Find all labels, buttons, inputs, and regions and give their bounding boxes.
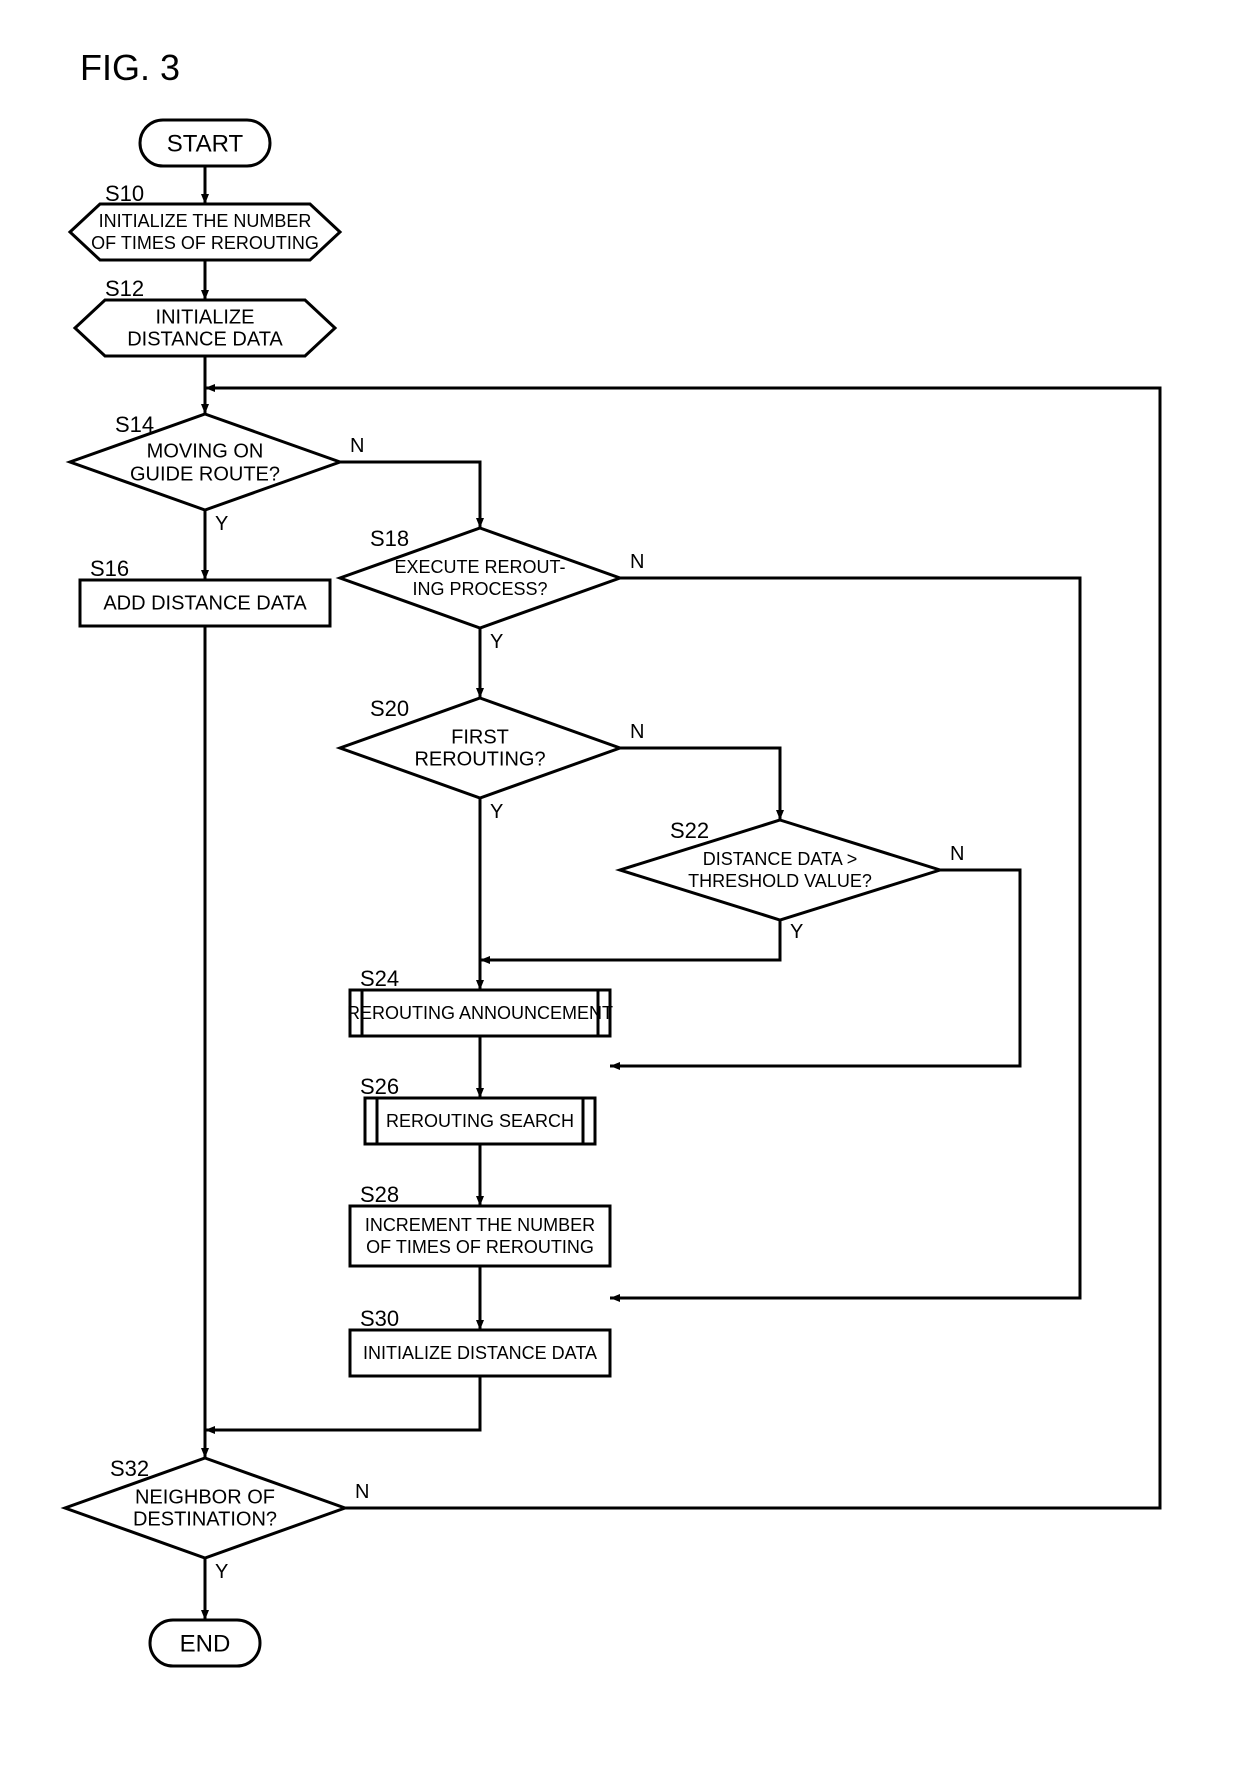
edge-s14-s18 <box>340 462 480 528</box>
svg-text:END: END <box>180 1630 231 1657</box>
svg-text:S24: S24 <box>360 966 399 991</box>
edge-label-s32-y: Y <box>215 1561 228 1583</box>
svg-text:NEIGHBOR OF: NEIGHBOR OF <box>135 1486 275 1508</box>
edge-label-s20-y: Y <box>490 801 503 823</box>
node-end: END <box>150 1620 260 1666</box>
svg-text:REROUTING SEARCH: REROUTING SEARCH <box>386 1111 574 1131</box>
svg-text:OF TIMES OF REROUTING: OF TIMES OF REROUTING <box>91 233 319 253</box>
edge-label-s20-n: N <box>630 721 644 743</box>
svg-text:S28: S28 <box>360 1182 399 1207</box>
node-s26: S26 REROUTING SEARCH <box>360 1074 595 1144</box>
svg-text:MOVING ON: MOVING ON <box>147 440 264 462</box>
svg-text:DISTANCE DATA >: DISTANCE DATA > <box>703 849 858 869</box>
svg-text:EXECUTE REROUT-: EXECUTE REROUT- <box>394 557 565 577</box>
svg-text:S20: S20 <box>370 696 409 721</box>
edge-s20-s22 <box>620 748 780 820</box>
svg-text:S16: S16 <box>90 556 129 581</box>
edge-label-s32-n: N <box>355 1481 369 1503</box>
svg-text:S26: S26 <box>360 1074 399 1099</box>
edge-label-s22-y: Y <box>790 921 803 943</box>
edge-label-s18-y: Y <box>490 631 503 653</box>
svg-text:DISTANCE DATA: DISTANCE DATA <box>127 328 283 350</box>
svg-text:FIRST: FIRST <box>451 726 509 748</box>
node-s14: S14 MOVING ON GUIDE ROUTE? <box>70 412 340 510</box>
svg-text:DESTINATION?: DESTINATION? <box>133 1508 277 1530</box>
edge-label-s14-n: N <box>350 435 364 457</box>
svg-text:GUIDE ROUTE?: GUIDE ROUTE? <box>130 463 280 485</box>
svg-text:ING PROCESS?: ING PROCESS? <box>412 579 547 599</box>
edge-s30-merge <box>205 1376 480 1430</box>
node-s32: S32 NEIGHBOR OF DESTINATION? <box>65 1456 345 1558</box>
svg-text:OF TIMES OF REROUTING: OF TIMES OF REROUTING <box>366 1237 594 1257</box>
svg-text:REROUTING ANNOUNCEMENT: REROUTING ANNOUNCEMENT <box>347 1003 613 1023</box>
svg-text:INITIALIZE THE NUMBER: INITIALIZE THE NUMBER <box>99 211 312 231</box>
svg-text:INCREMENT THE NUMBER: INCREMENT THE NUMBER <box>365 1215 595 1235</box>
svg-text:ADD DISTANCE DATA: ADD DISTANCE DATA <box>103 592 307 614</box>
svg-text:START: START <box>167 130 244 157</box>
edge-label-s14-y: Y <box>215 513 228 535</box>
edge-s32-loop <box>205 388 1160 1508</box>
node-s22: S22 DISTANCE DATA > THRESHOLD VALUE? <box>620 818 940 920</box>
svg-text:S10: S10 <box>105 181 144 206</box>
svg-text:S12: S12 <box>105 276 144 301</box>
edge-s18-merge <box>610 578 1080 1298</box>
svg-text:S18: S18 <box>370 526 409 551</box>
node-s18: S18 EXECUTE REROUT- ING PROCESS? <box>340 526 620 628</box>
svg-text:REROUTING?: REROUTING? <box>414 748 545 770</box>
svg-text:S30: S30 <box>360 1306 399 1331</box>
svg-text:S22: S22 <box>670 818 709 843</box>
svg-text:INITIALIZE: INITIALIZE <box>156 306 255 328</box>
node-start: START <box>140 120 270 166</box>
svg-text:INITIALIZE DISTANCE DATA: INITIALIZE DISTANCE DATA <box>363 1343 597 1363</box>
flowchart-diagram: FIG. 3 START S10 INITIALIZE THE NUMBER O… <box>0 0 1240 1772</box>
svg-text:S32: S32 <box>110 1456 149 1481</box>
node-s20: S20 FIRST REROUTING? <box>340 696 620 798</box>
edge-label-s22-n: N <box>950 843 964 865</box>
figure-title: FIG. 3 <box>80 47 180 88</box>
edge-label-s18-n: N <box>630 551 644 573</box>
edge-s22-merge <box>480 920 780 960</box>
svg-text:THRESHOLD VALUE?: THRESHOLD VALUE? <box>688 871 872 891</box>
